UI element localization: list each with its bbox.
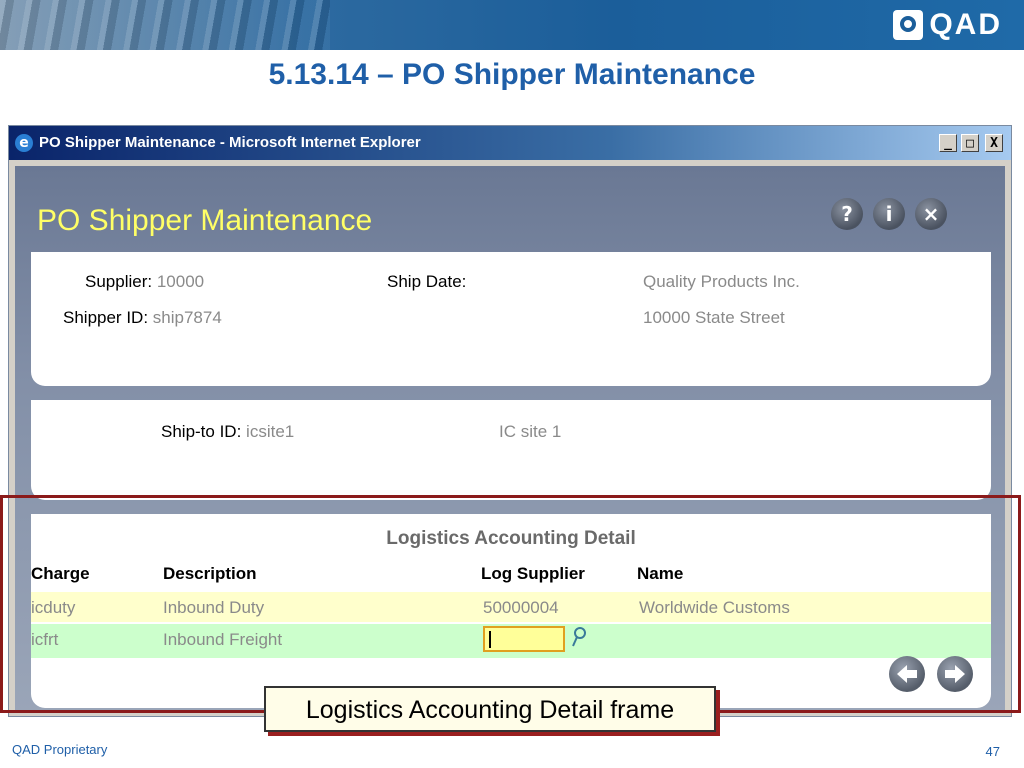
shipto-panel: Ship-to ID: icsite1 IC site 1 — [31, 400, 991, 500]
page-number: 47 — [985, 744, 1000, 759]
maximize-button[interactable]: □ — [961, 134, 979, 152]
info-button[interactable]: i — [873, 198, 905, 230]
close-window-button[interactable]: X — [985, 134, 1003, 152]
callout-label: Logistics Accounting Detail frame — [264, 686, 716, 732]
window-title: PO Shipper Maintenance - Microsoft Inter… — [39, 134, 421, 151]
qad-logo-icon — [893, 10, 924, 40]
callout-frame — [0, 495, 1021, 713]
supplier-address: 10000 State Street — [643, 308, 785, 327]
supplier-value[interactable]: 10000 — [157, 272, 204, 291]
shipto-value[interactable]: icsite1 — [246, 422, 294, 441]
close-app-button[interactable]: × — [915, 198, 947, 230]
header-panel: Supplier: 10000 Shipper ID: ship7874 Shi… — [31, 252, 991, 386]
ie-icon: e — [15, 134, 33, 152]
shipto-label: Ship-to ID: — [161, 422, 242, 441]
supplier-label: Supplier: — [85, 272, 153, 291]
shipto-field: Ship-to ID: icsite1 — [161, 422, 294, 442]
slide-title: 5.13.14 – PO Shipper Maintenance — [268, 58, 756, 91]
window-titlebar: e PO Shipper Maintenance - Microsoft Int… — [9, 126, 1011, 160]
slide-banner: QAD — [0, 0, 1024, 50]
app-title: PO Shipper Maintenance — [37, 204, 373, 237]
shipper-id-label: Shipper ID: — [63, 308, 149, 327]
help-button[interactable]: ? — [831, 198, 863, 230]
footer-proprietary: QAD Proprietary — [12, 742, 108, 757]
shipto-name: IC site 1 — [499, 422, 562, 441]
shipper-id-field: Shipper ID: ship7874 — [63, 308, 222, 328]
ship-date-label: Ship Date: — [387, 272, 467, 291]
minimize-button[interactable]: _ — [939, 134, 957, 152]
shipper-id-value[interactable]: ship7874 — [153, 308, 222, 327]
supplier-field: Supplier: 10000 — [85, 272, 204, 292]
supplier-name: Quality Products Inc. — [643, 272, 800, 291]
qad-logo: QAD — [893, 8, 1002, 42]
banner-decoration — [0, 0, 330, 50]
qad-logo-text: QAD — [929, 8, 1002, 41]
